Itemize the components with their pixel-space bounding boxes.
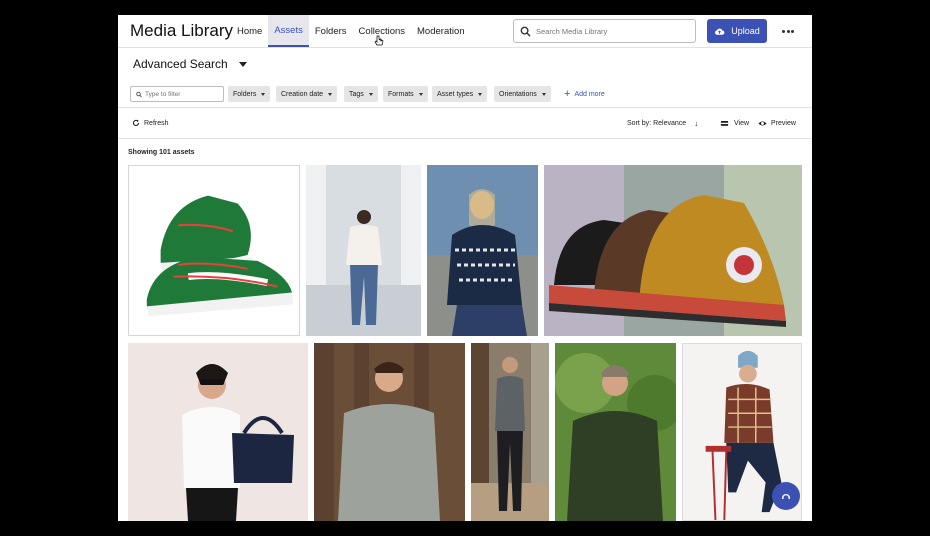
caret-down-icon [478,92,483,96]
asset-tile-woman-handbag[interactable] [128,343,308,521]
sort-label: Sort by: Relevance [627,119,687,127]
filter-bar: Folders Creation date Tags Formats Asset… [130,86,800,102]
asset-thumbnail [427,165,538,336]
filter-chip-creation-date[interactable]: Creation date [276,86,338,102]
upload-label: Upload [731,26,760,36]
preview-label: Preview [771,119,796,127]
nav-assets[interactable]: Assets [268,15,309,47]
filter-input[interactable] [145,90,223,98]
filter-chip-tags[interactable]: Tags [344,86,378,102]
main-nav: Home Assets Folders Collections Moderati… [231,15,471,47]
asset-tile-man-green-sweater[interactable] [555,343,676,521]
view-list-icon [720,120,729,126]
asset-thumbnail [306,165,421,336]
chip-label: Orientations [499,90,537,98]
eye-icon [758,120,767,126]
pointer-cursor-icon [374,35,384,46]
nav-moderation[interactable]: Moderation [411,15,471,47]
plus-icon: + [564,87,571,100]
top-header: Media Library Home Assets Folders Collec… [118,15,812,48]
asset-thumbnail [471,343,549,521]
filter-chip-folders[interactable]: Folders [228,86,271,102]
refresh-button[interactable]: Refresh [132,115,169,131]
asset-tile-kids-boots[interactable] [544,165,802,336]
more-options-button[interactable] [782,24,794,38]
filter-input-box[interactable] [130,86,224,102]
app-title: Media Library [130,21,233,40]
caret-down-icon [541,92,546,96]
caret-down-icon [368,92,373,96]
asset-thumbnail [314,343,465,521]
chip-label: Asset types [437,90,474,98]
results-count: Showing 101 assets [128,149,195,156]
search-input[interactable] [536,26,686,36]
advanced-search-label: Advanced Search [133,57,228,71]
arrow-down-icon: ↓ [694,118,699,128]
search-icon [520,26,531,37]
divider [118,107,812,108]
add-more-label: Add more [574,90,605,98]
nav-home[interactable]: Home [231,15,268,47]
asset-tile-woman-nordic-sweater[interactable] [427,165,538,336]
caret-down-icon [328,92,333,96]
cloud-upload-icon [715,28,725,35]
asset-tile-man-street-sweater[interactable] [471,343,549,521]
chat-icon [782,494,790,499]
asset-tile-sneakers[interactable] [128,165,300,336]
nav-folders[interactable]: Folders [309,15,353,47]
upload-button[interactable]: Upload [707,19,767,43]
search-box[interactable] [513,19,696,43]
media-library-app: Media Library Home Assets Folders Collec… [118,15,812,521]
view-label: View [734,119,750,127]
results-toolbar: Refresh Sort by: Relevance ↓ View Previe… [118,115,812,131]
sort-dropdown[interactable]: Sort by: Relevance ↓ [627,115,698,131]
asset-thumbnail [129,166,299,335]
asset-tile-woman-white-sweater[interactable] [306,165,421,336]
refresh-icon [132,119,140,126]
asset-thumbnail [555,343,676,521]
filter-chip-orientations[interactable]: Orientations [494,86,551,102]
chip-label: Folders [233,90,257,98]
help-chat-button[interactable] [772,482,800,510]
advanced-search-toggle[interactable]: Advanced Search [133,57,247,71]
view-toggle-button[interactable]: View [720,115,749,131]
filter-chip-asset-types[interactable]: Asset types [432,86,488,102]
search-icon [136,91,142,97]
caret-down-icon [261,92,266,96]
chip-label: Tags [349,90,364,98]
asset-thumbnail [128,343,308,521]
filter-chip-formats[interactable]: Formats [383,86,428,102]
preview-toggle-button[interactable]: Preview [758,115,796,131]
asset-tile-man-grey-sweater[interactable] [314,343,465,521]
caret-down-icon [238,61,247,67]
asset-thumbnail [544,165,802,336]
refresh-label: Refresh [144,119,169,127]
divider [118,138,812,139]
add-more-filters-button[interactable]: + Add more [564,86,605,102]
chip-label: Creation date [281,90,324,98]
chip-label: Formats [388,90,414,98]
caret-down-icon [418,92,423,96]
